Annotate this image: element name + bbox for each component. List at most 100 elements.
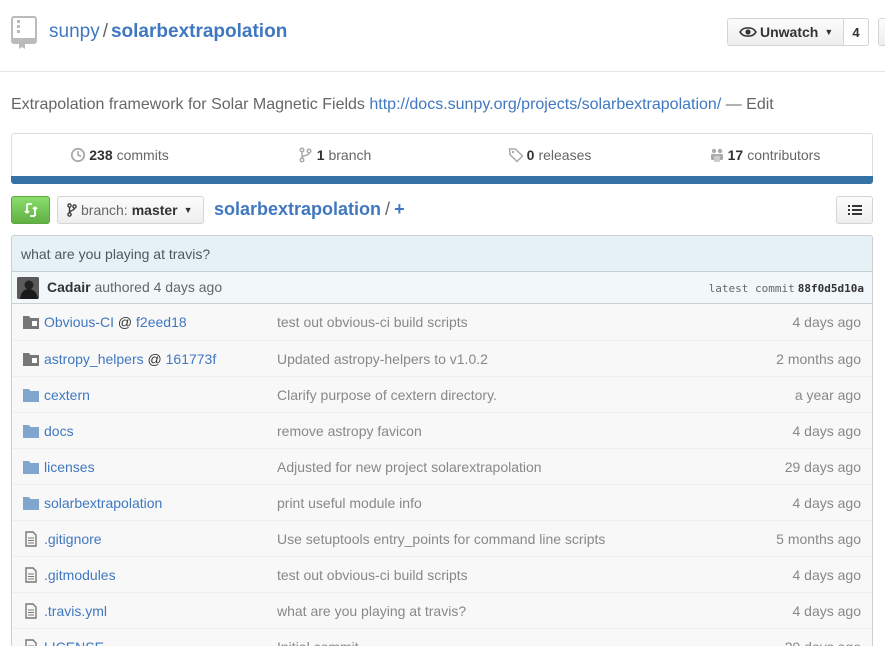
file-age: a year ago bbox=[794, 386, 861, 403]
file-name: LICENSE bbox=[44, 639, 104, 646]
branch-icon bbox=[299, 147, 312, 163]
description-text: Extrapolation framework for Solar Magnet… bbox=[11, 96, 365, 113]
file-name: Obvious-CI @ f2eed18 bbox=[44, 314, 187, 330]
repo-title: sunpy / solarbextrapolation bbox=[49, 21, 287, 43]
edit-description-link[interactable]: — Edit bbox=[726, 96, 774, 113]
commits-link[interactable]: 238 commits bbox=[12, 134, 227, 176]
file-row: solarbextrapolation print useful module i… bbox=[12, 484, 872, 520]
language-bar[interactable] bbox=[11, 176, 873, 184]
file-name: astropy_helpers @ 161773f bbox=[44, 351, 216, 367]
file-age: 4 days ago bbox=[792, 314, 862, 330]
chevron-down-icon: ▼ bbox=[183, 205, 193, 215]
numbers-summary: 238 commits 1 branch 0 releases 17 contr… bbox=[11, 133, 873, 176]
branch-prefix: branch: bbox=[81, 202, 128, 218]
file-commit-message-link[interactable]: Clarify purpose of cextern directory. bbox=[277, 387, 497, 403]
commits-count: 238 bbox=[89, 147, 113, 163]
repo-owner-link[interactable]: sunpy bbox=[49, 21, 100, 42]
latest-commit-message[interactable]: what are you playing at travis? bbox=[12, 236, 872, 272]
breadcrumb-root-link[interactable]: solarbextrapolation bbox=[214, 199, 381, 219]
file-row: docs remove astropy favicon 4 days ago bbox=[12, 412, 872, 448]
file-name-link[interactable]: .travis.yml bbox=[44, 603, 107, 619]
file-name-link[interactable]: astropy_helpers bbox=[44, 351, 144, 367]
repo-icon bbox=[11, 16, 37, 49]
avatar[interactable] bbox=[17, 277, 39, 299]
folder-icon bbox=[23, 461, 39, 474]
file-row: .gitmodules test out obvious-ci build scr… bbox=[12, 556, 872, 592]
file-name-link[interactable]: licenses bbox=[44, 459, 95, 475]
submodule-ref-link[interactable]: 161773f bbox=[166, 351, 217, 367]
file-icon bbox=[25, 603, 37, 619]
folder-icon bbox=[23, 497, 39, 510]
author-name-link[interactable]: Cadair bbox=[47, 279, 91, 295]
file-name: licenses bbox=[44, 459, 95, 475]
file-name-link[interactable]: solarbextrapolation bbox=[44, 495, 162, 511]
file-commit-message-link[interactable]: Adjusted for new project solarextrapolat… bbox=[277, 459, 542, 475]
file-icon bbox=[25, 567, 37, 583]
file-commit-message-link[interactable]: test out obvious-ci build scripts bbox=[277, 314, 468, 330]
authored-time: authored 4 days ago bbox=[94, 279, 223, 295]
file-row: astropy_helpers @ 161773f Updated astropy… bbox=[12, 340, 872, 376]
submodule-folder-icon bbox=[23, 316, 39, 329]
repo-name-link[interactable]: solarbextrapolation bbox=[111, 21, 287, 42]
compare-icon bbox=[23, 203, 38, 217]
file-name: solarbextrapolation bbox=[44, 495, 162, 511]
repo-header: sunpy / solarbextrapolation Unwatch ▼ 4 bbox=[0, 0, 885, 72]
contributors-link[interactable]: 17 contributors bbox=[657, 134, 872, 176]
releases-count: 0 bbox=[526, 147, 535, 163]
file-age: 2 months ago bbox=[776, 350, 861, 367]
file-row: .travis.yml what are you playing at travi… bbox=[12, 592, 872, 628]
file-list: Obvious-CI @ f2eed18 test out obvious-ci … bbox=[12, 304, 872, 646]
file-row: LICENSE Initial commit 29 days ago bbox=[12, 628, 872, 646]
file-age: 29 days ago bbox=[785, 639, 861, 646]
file-name-link[interactable]: Obvious-CI bbox=[44, 314, 114, 330]
submodule-ref-link[interactable]: f2eed18 bbox=[136, 314, 187, 330]
breadcrumb-separator: / bbox=[385, 199, 391, 219]
contributors-count: 17 bbox=[727, 147, 744, 163]
file-row: cextern Clarify purpose of cextern direct… bbox=[12, 376, 872, 412]
new-file-link[interactable]: + bbox=[394, 199, 405, 219]
folder-icon bbox=[23, 425, 39, 438]
file-age: 4 days ago bbox=[792, 422, 862, 439]
file-name: .gitmodules bbox=[44, 567, 116, 583]
file-commit-message-link[interactable]: Initial commit bbox=[277, 639, 359, 646]
watch-count[interactable]: 4 bbox=[843, 18, 869, 46]
file-name: docs bbox=[44, 423, 74, 439]
file-commit-message-link[interactable]: print useful module info bbox=[277, 495, 422, 511]
file-age: 5 months ago bbox=[776, 530, 861, 547]
file-age: 4 days ago bbox=[792, 566, 862, 583]
file-name-link[interactable]: LICENSE bbox=[44, 639, 104, 646]
file-name-link[interactable]: docs bbox=[44, 423, 74, 439]
file-age: 29 days ago bbox=[784, 458, 861, 475]
title-separator: / bbox=[102, 21, 108, 42]
latest-commit-meta: Cadair authored 4 days ago latest commit… bbox=[12, 272, 872, 304]
file-name: .travis.yml bbox=[44, 603, 107, 619]
repo-description: Extrapolation framework for Solar Magnet… bbox=[11, 96, 774, 114]
file-icon bbox=[25, 639, 37, 646]
unwatch-button[interactable]: Unwatch ▼ bbox=[727, 18, 844, 46]
file-commit-message-link[interactable]: what are you playing at travis? bbox=[277, 603, 466, 619]
releases-link[interactable]: 0 releases bbox=[442, 134, 657, 176]
branches-link[interactable]: 1 branch bbox=[227, 134, 442, 176]
file-name-link[interactable]: .gitmodules bbox=[44, 567, 116, 583]
file-commit-message-link[interactable]: remove astropy favicon bbox=[277, 423, 422, 439]
homepage-link[interactable]: http://docs.sunpy.org/projects/solarbext… bbox=[369, 96, 721, 113]
file-table: what are you playing at travis? Cadair a… bbox=[11, 235, 873, 646]
unwatch-label: Unwatch bbox=[760, 24, 819, 40]
star-button[interactable] bbox=[878, 18, 885, 46]
commit-sha-link[interactable]: 88f0d5d10a bbox=[798, 282, 864, 295]
list-view-button[interactable] bbox=[836, 196, 873, 224]
file-commit-message-link[interactable]: Use setuptools entry_points for command … bbox=[277, 531, 605, 547]
branch-select-button[interactable]: branch: master ▼ bbox=[57, 196, 204, 224]
file-name-link[interactable]: cextern bbox=[44, 387, 90, 403]
submodule-at: @ bbox=[117, 314, 133, 330]
history-icon bbox=[71, 147, 86, 163]
file-name-link[interactable]: .gitignore bbox=[44, 531, 102, 547]
compare-button[interactable] bbox=[11, 196, 50, 224]
branch-icon bbox=[67, 203, 77, 217]
commit-message-text: what are you playing at travis? bbox=[21, 245, 211, 262]
branch-label: branch bbox=[328, 147, 372, 163]
file-commit-message-link[interactable]: test out obvious-ci build scripts bbox=[277, 567, 468, 583]
file-age: 4 days ago bbox=[792, 494, 862, 511]
releases-label: releases bbox=[538, 147, 592, 163]
file-commit-message-link[interactable]: Updated astropy-helpers to v1.0.2 bbox=[277, 351, 488, 367]
